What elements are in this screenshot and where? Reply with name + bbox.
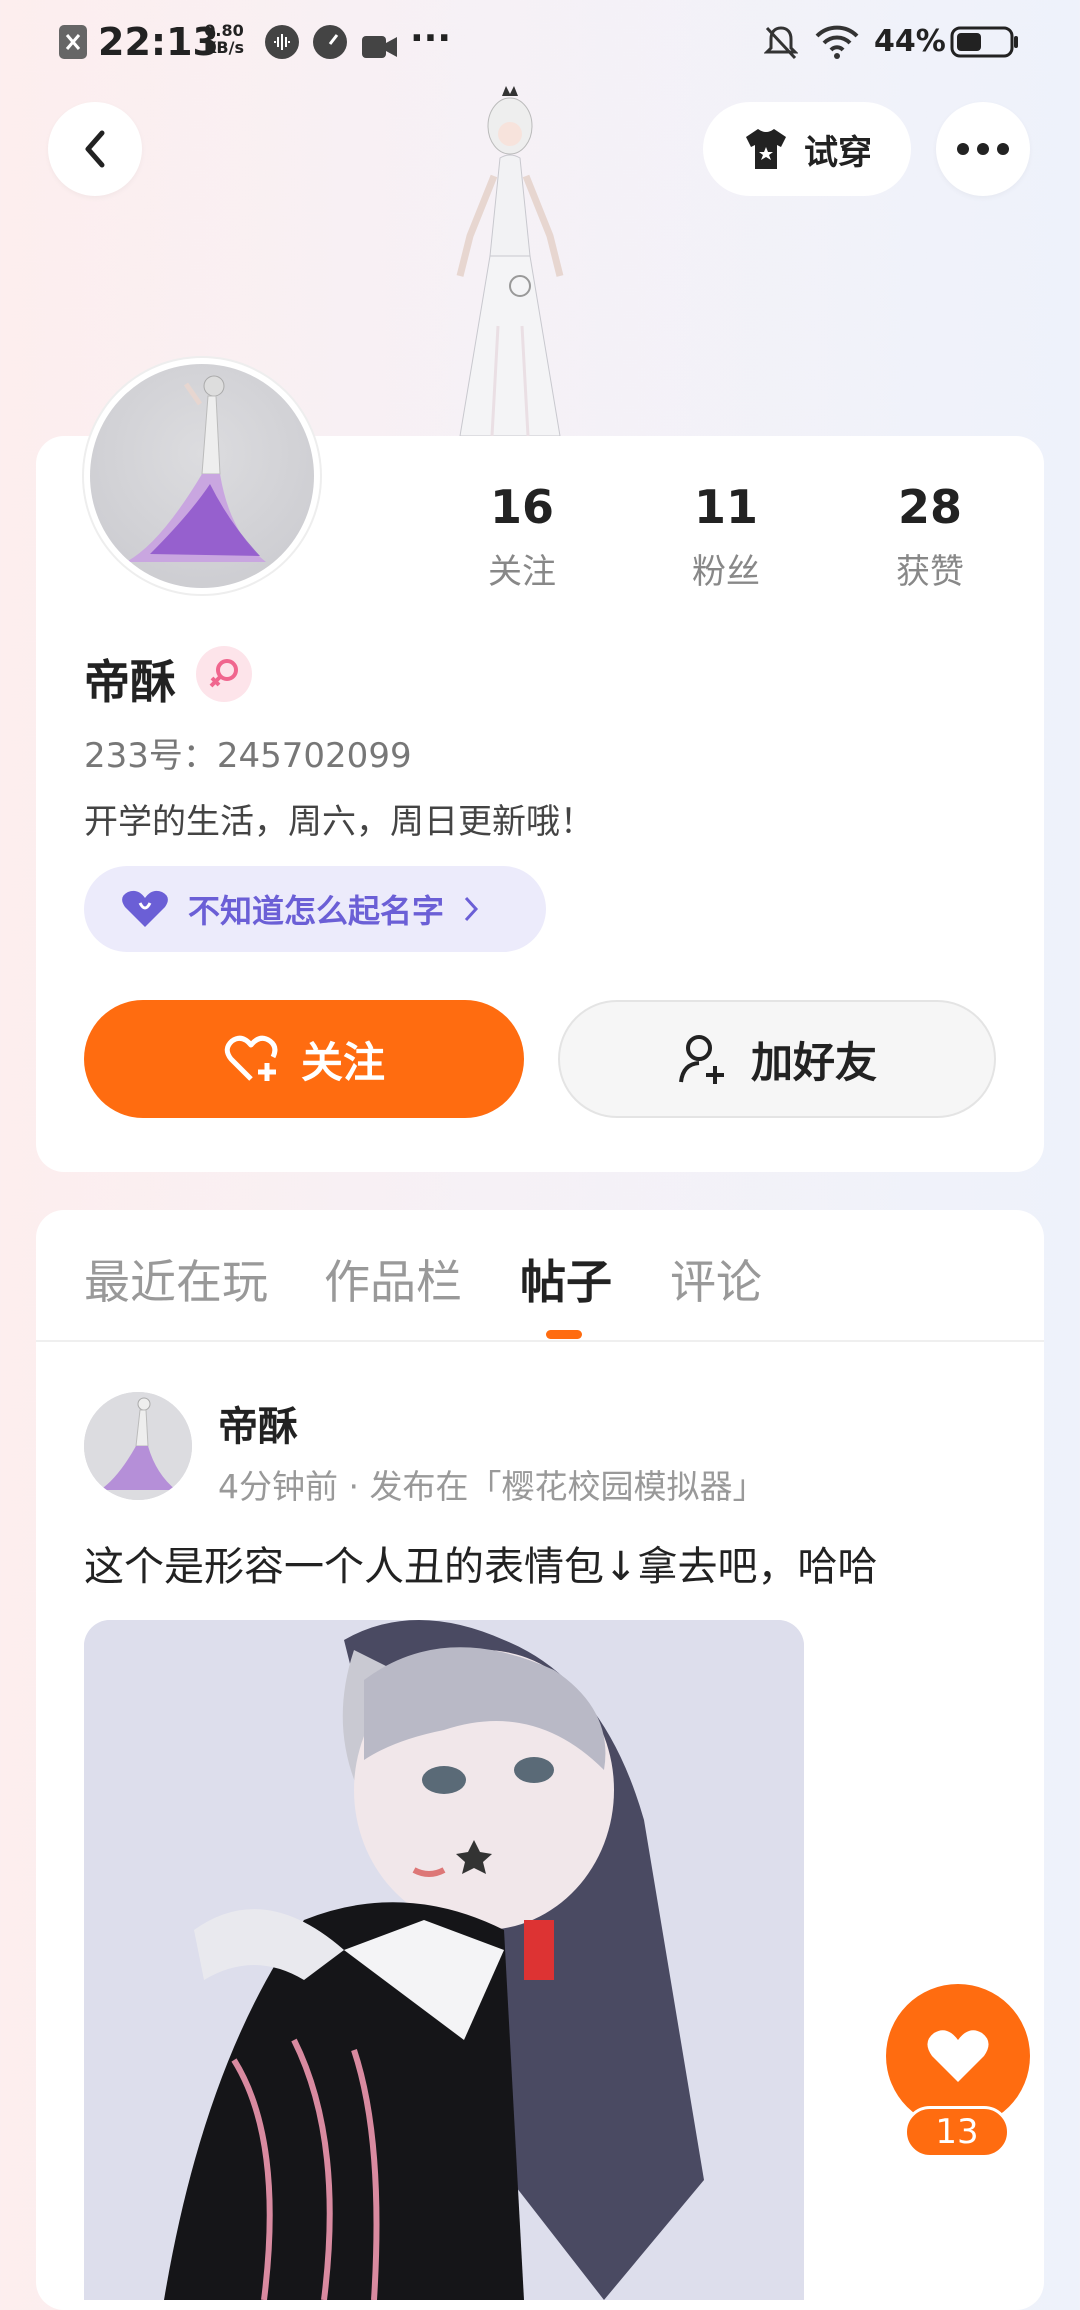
female-gender-icon <box>196 646 252 702</box>
username: 帝酥 <box>84 655 176 709</box>
post-meta: 4分钟前 · 发布在「樱花校园模拟器」 <box>218 1467 766 1506</box>
avatar[interactable] <box>84 358 320 594</box>
following-count: 16 <box>489 480 554 534</box>
heart-plus-icon <box>224 1035 278 1081</box>
mute-bell-icon <box>763 24 799 69</box>
post-image[interactable] <box>84 1620 804 2300</box>
add-friend-button[interactable]: 加好友 <box>558 1000 996 1118</box>
group-tag-label: 不知道怎么起名字 <box>188 892 445 930</box>
fans-count: 11 <box>693 480 758 534</box>
network-speed: 0.80 KB/s <box>204 21 244 57</box>
more-status-icon: ··· <box>410 18 452 59</box>
speedometer-icon <box>312 24 348 69</box>
tab-divider <box>36 1340 1044 1342</box>
chevron-right-icon <box>464 896 479 922</box>
more-dots-icon <box>957 143 1009 155</box>
stat-fans[interactable]: 11 粉丝 <box>656 480 796 593</box>
post-author-name[interactable]: 帝酥 <box>218 1394 298 1452</box>
likes-label: 获赞 <box>896 552 964 592</box>
like-count-badge: 13 <box>904 2106 1010 2158</box>
add-friend-label: 加好友 <box>750 1037 877 1087</box>
active-tab-indicator <box>546 1330 582 1339</box>
follow-label: 关注 <box>300 1037 385 1087</box>
tab-posts[interactable]: 帖子 <box>520 1246 612 1312</box>
bio: 开学的生活，周六，周日更新哦！ <box>84 802 594 842</box>
voice-icon <box>264 24 300 69</box>
heart-icon <box>122 890 168 927</box>
likes-count: 28 <box>897 480 962 534</box>
status-bar: 22:13 0.80 KB/s ··· 44% <box>0 0 1080 84</box>
stat-likes[interactable]: 28 获赞 <box>860 480 1000 593</box>
add-user-icon <box>678 1035 724 1084</box>
wifi-icon <box>814 24 860 69</box>
more-options-button[interactable] <box>936 102 1030 196</box>
battery-percent: 44% <box>874 24 946 59</box>
tab-works[interactable]: 作品栏 <box>324 1246 462 1312</box>
group-tag[interactable]: 不知道怎么起名字 <box>84 866 546 952</box>
tab-comments[interactable]: 评论 <box>670 1246 762 1312</box>
stat-following[interactable]: 16 关注 <box>452 480 592 593</box>
following-label: 关注 <box>488 552 556 592</box>
shirt-icon <box>746 129 786 169</box>
try-on-label: 试穿 <box>804 132 872 173</box>
fans-label: 粉丝 <box>692 552 760 592</box>
back-button[interactable] <box>48 102 142 196</box>
video-icon <box>362 28 398 69</box>
follow-button[interactable]: 关注 <box>84 1000 524 1118</box>
post-text: 这个是形容一个人丑的表情包↓拿去吧，哈哈 <box>84 1544 878 1590</box>
post-author-avatar[interactable] <box>84 1392 192 1500</box>
clock: 22:13 <box>98 20 219 64</box>
tab-recently-played[interactable]: 最近在玩 <box>84 1246 268 1312</box>
battery-icon <box>950 26 1020 67</box>
back-arrow-icon <box>85 130 105 168</box>
notification-x-icon <box>58 24 88 69</box>
heart-icon <box>927 2030 989 2082</box>
user-id: 233号：245702099 <box>84 736 412 776</box>
character-banner <box>420 86 600 437</box>
try-on-button[interactable]: 试穿 <box>703 102 911 196</box>
